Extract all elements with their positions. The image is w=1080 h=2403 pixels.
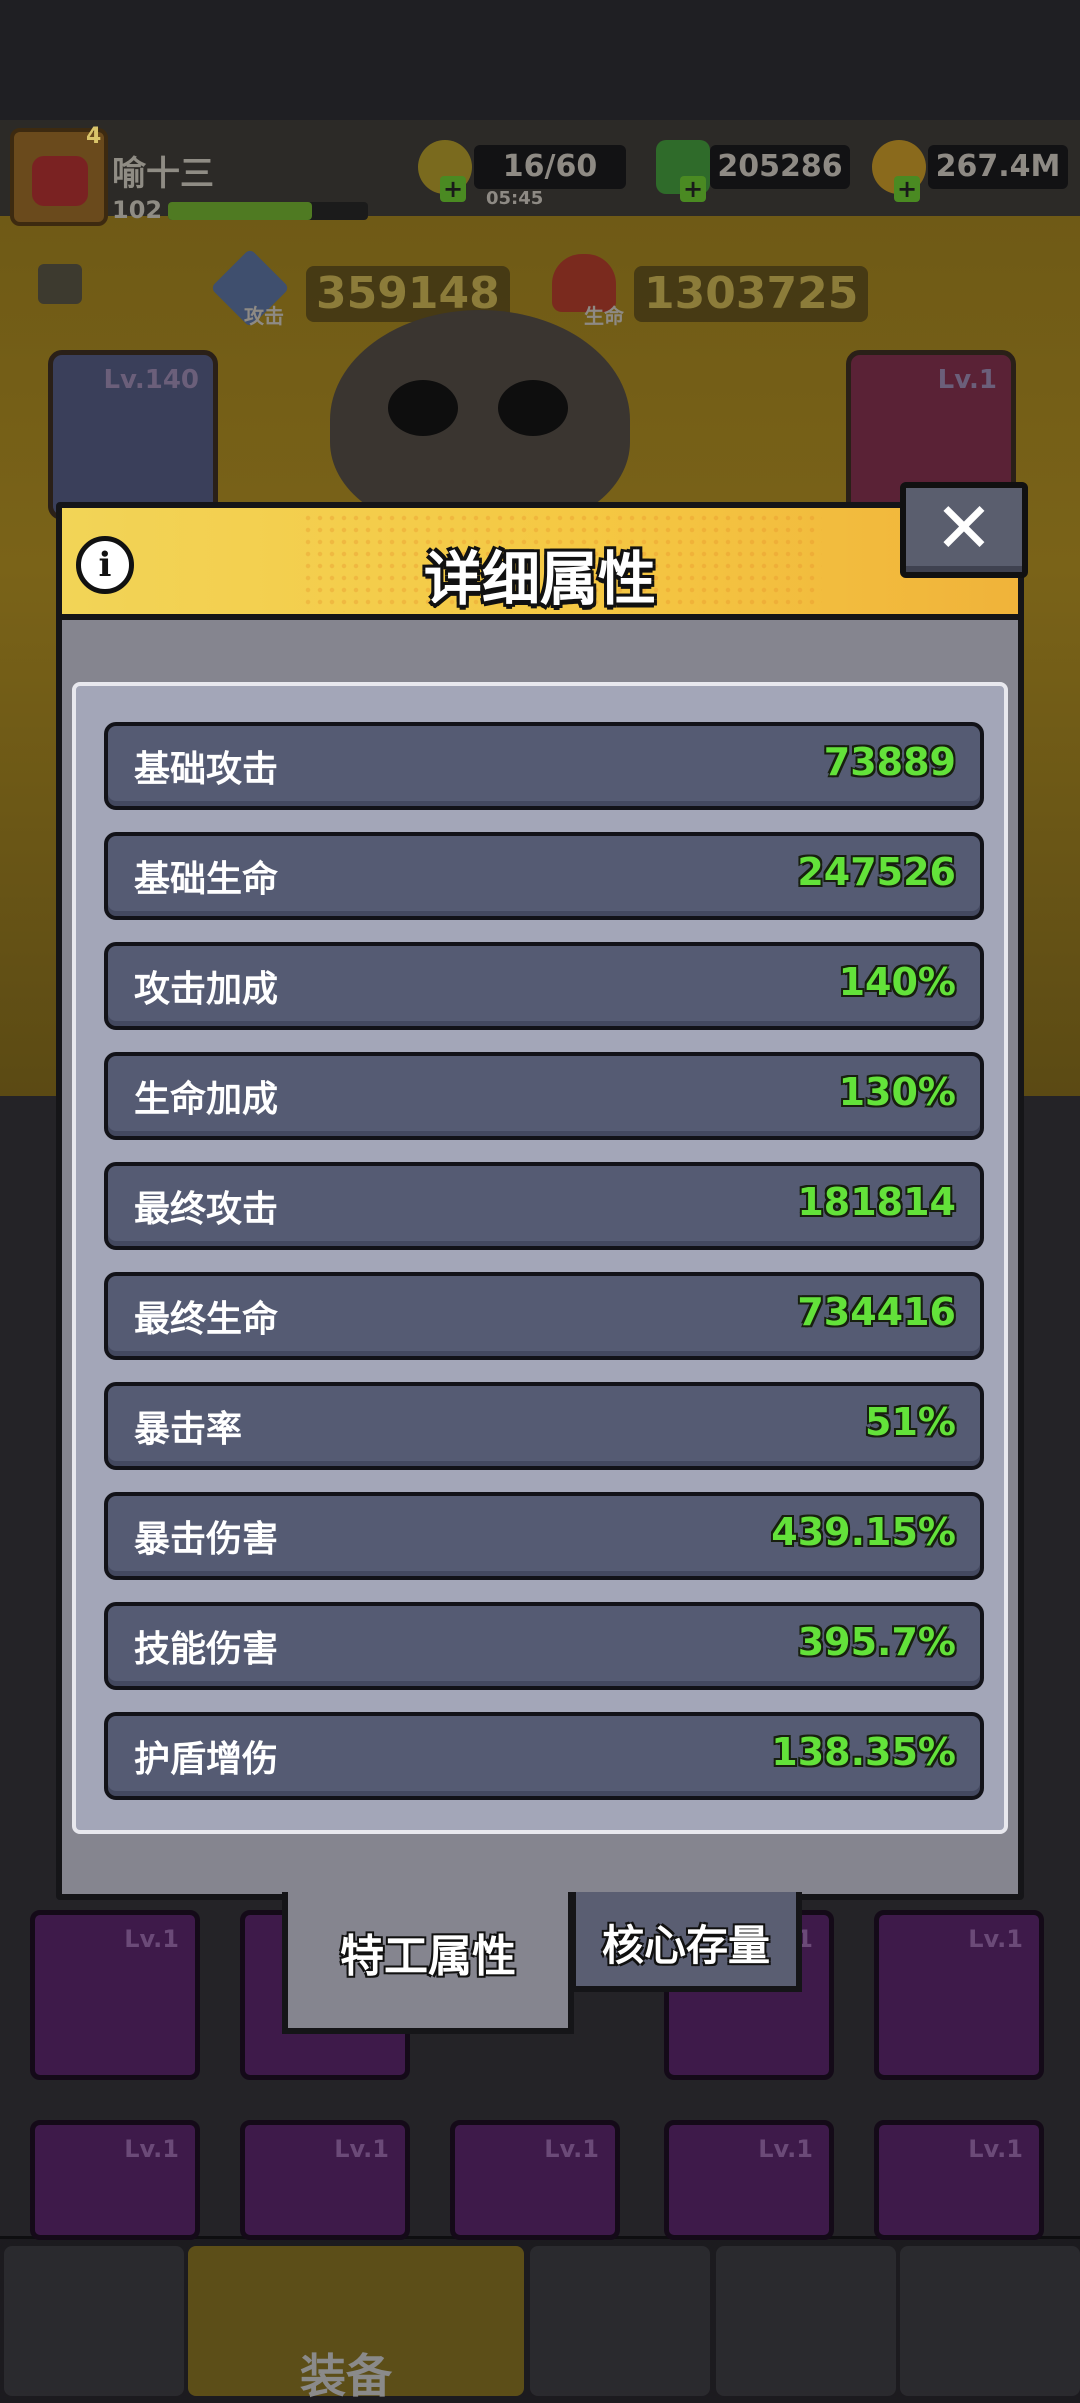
inventory-slot-level: Lv.1 [124,2135,179,2163]
exp-bar [168,202,368,220]
modal-header: i 详细属性 [62,508,1018,620]
inventory-slot[interactable]: Lv.1 [240,2120,410,2240]
stat-value: 130% [838,1070,956,1114]
stat-label: 攻击加成 [134,969,279,1010]
gem-counter: 205286 [710,145,850,189]
gold-plus-icon[interactable]: + [894,176,920,202]
energy-counter: 16/60 [474,145,626,189]
stat-value: 140% [838,960,956,1004]
stat-value: 73889 [823,740,956,784]
stat-row-skill-damage: 技能伤害 395.7% [104,1602,984,1690]
weapon-slot-level: Lv.140 [103,365,199,395]
tab-label: 核心存量 [601,1921,770,1970]
equipment-nav-label: 装备 [300,2349,392,2403]
stat-row-base-attack: 基础攻击 73889 [104,722,984,810]
stat-value: 395.7% [797,1620,956,1664]
tab-label: 特工属性 [340,1931,516,1982]
stat-value: 439.15% [771,1510,956,1554]
hero-character [330,310,630,530]
stat-value: 247526 [797,850,956,894]
inventory-slot[interactable]: Lv.1 [874,2120,1044,2240]
hero-hp-label: 生命 [584,304,624,328]
inventory-slot[interactable]: Lv.1 [450,2120,620,2240]
stat-label: 暴击伤害 [134,1519,279,1560]
tab-core-stock[interactable]: 核心存量 [570,1892,802,1992]
hero-attack-label: 攻击 [244,304,284,328]
stat-row-base-hp: 基础生命 247526 [104,832,984,920]
avatar-face-icon [32,156,88,206]
shop-nav-button[interactable] [4,2246,184,2396]
inventory-slot-level: Lv.1 [758,2135,813,2163]
stat-row-final-hp: 最终生命 734416 [104,1272,984,1360]
player-level-badge: 4 [86,124,102,149]
status-bar-area [0,0,1080,120]
inventory-slot[interactable]: Lv.1 [30,2120,200,2240]
stat-row-crit-damage: 暴击伤害 439.15% [104,1492,984,1580]
inventory-slot-level: Lv.1 [124,1925,179,1953]
inventory-slot-level: Lv.1 [544,2135,599,2163]
stat-row-attack-bonus: 攻击加成 140% [104,942,984,1030]
hero-eye [498,380,568,436]
gem-plus-icon[interactable]: + [680,176,706,202]
stat-label: 护盾增伤 [134,1739,279,1780]
talent-nav-button[interactable] [716,2246,896,2396]
hero-hp-value: 1303725 [634,266,869,322]
stat-value: 138.35% [771,1730,956,1774]
stat-row-hp-bonus: 生命加成 130% [104,1052,984,1140]
hero-eye [388,380,458,436]
stat-label: 基础攻击 [134,749,279,790]
stat-row-crit-rate: 暴击率 51% [104,1382,984,1470]
stat-row-final-attack: 最终攻击 181814 [104,1162,984,1250]
stat-label: 暴击率 [134,1409,243,1450]
stat-label: 基础生命 [134,859,279,900]
detail-attributes-modal: i 详细属性 基础攻击 73889 基础生命 247526 攻击加成 140% … [56,502,1024,1900]
battle-nav-button[interactable] [900,2246,1080,2396]
close-icon: ✕ [934,487,994,569]
armor-slot-level: Lv.1 [937,365,997,395]
weapon-slot[interactable]: Lv.140 [48,350,218,520]
stat-label: 最终生命 [134,1299,279,1340]
gold-counter: 267.4M [928,145,1068,189]
stat-row-shield-damage: 护盾增伤 138.35% [104,1712,984,1800]
stat-label: 技能伤害 [134,1629,279,1670]
inventory-slot[interactable]: Lv.1 [30,1910,200,2080]
inventory-slot-level: Lv.1 [968,2135,1023,2163]
stat-value: 181814 [797,1180,956,1224]
inventory-slot[interactable]: Lv.1 [874,1910,1044,2080]
stats-panel: 基础攻击 73889 基础生命 247526 攻击加成 140% 生命加成 13… [72,682,1008,1834]
player-name: 喻十三 [112,154,214,194]
hero-nav-button[interactable] [530,2246,710,2396]
stat-value: 51% [865,1400,956,1444]
stat-value: 734416 [797,1290,956,1334]
exp-bar-fill [168,202,312,220]
stat-label: 最终攻击 [134,1189,279,1230]
player-exp-level: 102 [112,196,163,224]
modal-title: 详细属性 [423,545,656,613]
inventory-slot-level: Lv.1 [334,2135,389,2163]
close-button[interactable]: ✕ [900,482,1028,578]
stat-label: 生命加成 [134,1079,279,1120]
tab-agent-attributes[interactable]: 特工属性 [282,1892,574,2034]
menu-icon[interactable] [38,264,82,304]
energy-timer: 05:45 [486,188,544,209]
inventory-slot[interactable]: Lv.1 [664,2120,834,2240]
inventory-slot-level: Lv.1 [968,1925,1023,1953]
energy-plus-icon[interactable]: + [440,176,466,202]
